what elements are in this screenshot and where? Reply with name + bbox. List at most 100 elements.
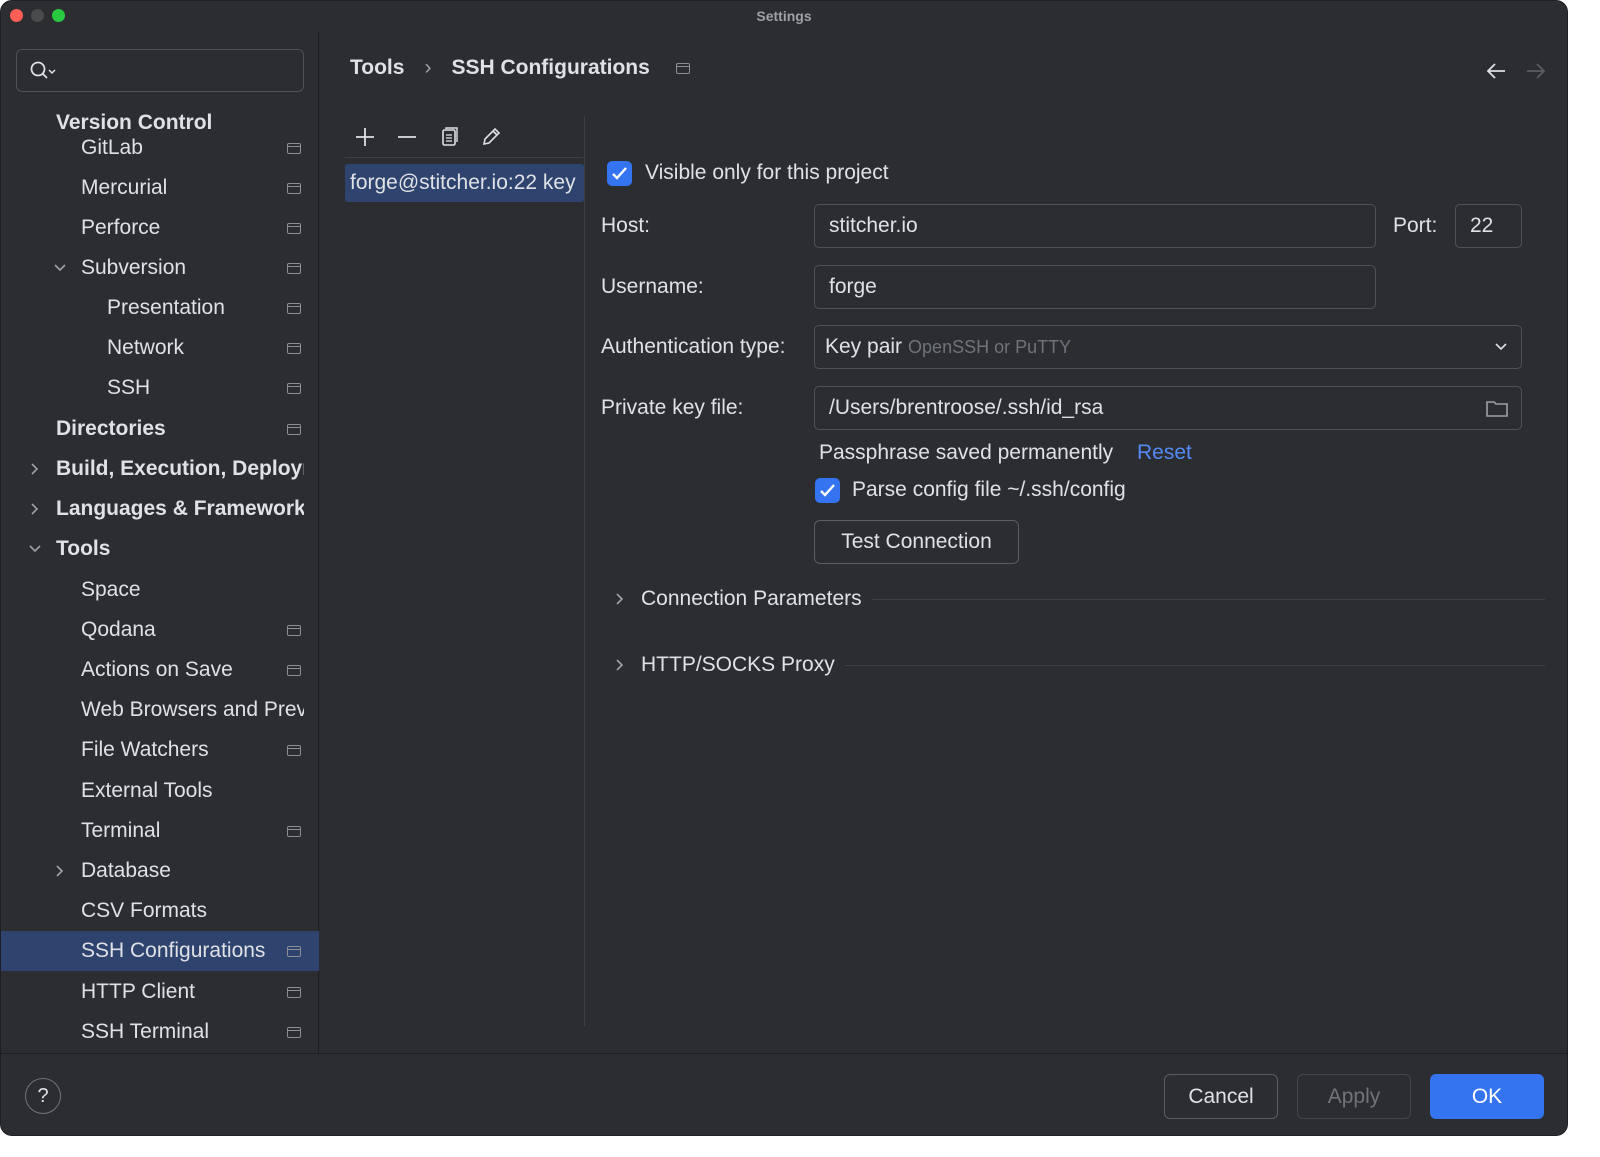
add-icon[interactable] [353,125,377,149]
port-label: Port: [1393,214,1438,237]
private-key-value: /Users/brentroose/.ssh/id_rsa [829,396,1104,419]
cancel-button[interactable]: Cancel [1164,1074,1278,1119]
parse-config-checkbox[interactable] [815,478,840,503]
search-input[interactable] [16,49,304,92]
reset-passphrase-link[interactable]: Reset [1137,441,1192,465]
visible-only-checkbox[interactable] [607,161,632,186]
sidebar-item-mercurial[interactable]: Mercurial [1,168,319,208]
proxy-section[interactable]: HTTP/SOCKS Proxy [613,650,1545,680]
ssh-config-list-panel: forge@stitcher.io:22 key [345,116,585,1026]
sidebar-item-presentation[interactable]: Presentation [1,288,319,328]
breadcrumb-parent[interactable]: Tools [350,56,404,80]
username-input[interactable]: forge [814,265,1376,309]
breadcrumb-current: SSH Configurations [451,56,650,79]
project-level-icon [287,1026,301,1038]
list-toolbar [345,116,583,158]
project-level-icon [287,624,301,636]
ssh-config-list-item[interactable]: forge@stitcher.io:22 key [345,164,584,202]
private-key-label: Private key file: [601,396,744,419]
checkmark-icon [820,484,835,497]
test-connection-button[interactable]: Test Connection [814,520,1019,564]
breadcrumb: Tools › SSH Configurations [350,56,690,80]
chevron-down-icon[interactable] [52,260,68,276]
project-level-icon [287,262,301,274]
project-level-icon [287,825,301,837]
remove-icon[interactable] [395,125,419,149]
sidebar-item-directories[interactable]: Directories [1,409,319,449]
sidebar-item-space[interactable]: Space [1,570,319,610]
forward-arrow-icon[interactable] [1525,61,1547,81]
parse-config-label: Parse config file ~/.ssh/config [852,478,1126,501]
project-level-icon [287,423,301,435]
sidebar-item-actions-on-save[interactable]: Actions on Save [1,650,319,690]
sidebar-item-file-watchers[interactable]: File Watchers [1,730,319,770]
folder-icon[interactable] [1485,398,1509,418]
host-label: Host: [601,214,651,237]
visible-only-label: Visible only for this project [645,161,889,184]
private-key-input[interactable]: /Users/brentroose/.ssh/id_rsa [814,386,1522,430]
edit-pencil-icon[interactable] [479,125,503,149]
project-level-icon [287,664,301,676]
dialog-footer: ? Cancel Apply OK [1,1053,1567,1135]
section-divider [844,664,1545,666]
chevron-right-icon[interactable] [52,863,68,879]
help-button[interactable]: ? [25,1078,61,1114]
ok-button[interactable]: OK [1430,1074,1544,1119]
back-arrow-icon[interactable] [1485,61,1507,81]
sidebar-item-qodana[interactable]: Qodana [1,610,319,650]
chevron-right-icon [616,659,624,671]
sidebar-item-tools[interactable]: Tools [1,529,319,569]
window-title: Settings [756,8,812,24]
sidebar-item-gitlab[interactable]: GitLab [1,128,319,168]
project-level-icon [287,222,301,234]
sidebar-item-ssh[interactable]: SSH [1,368,319,408]
search-icon [30,61,56,79]
settings-window: Settings Version Control GitLab Mercuria… [0,0,1568,1136]
ssh-config-form: Visible only for this project Host: stit… [601,116,1567,1026]
project-level-icon [287,342,301,354]
sidebar-item-build-execution-deployment[interactable]: Build, Execution, Deployment [1,449,319,489]
sidebar-item-ssh-configurations[interactable]: SSH Configurations [1,931,319,971]
chevron-down-icon [1495,343,1507,351]
project-level-icon [287,382,301,394]
connection-parameters-label: Connection Parameters [641,587,862,610]
chevron-down-icon[interactable] [27,541,43,557]
history-navigation [1485,61,1547,81]
proxy-label: HTTP/SOCKS Proxy [641,653,835,676]
project-level-icon [287,986,301,998]
copy-icon[interactable] [437,125,461,149]
auth-type-label: Authentication type: [601,335,786,358]
project-level-icon [675,62,690,74]
auth-type-hint: OpenSSH or PuTTY [908,337,1072,357]
project-level-icon [287,182,301,194]
port-input[interactable]: 22 [1455,204,1522,248]
project-level-icon [287,302,301,314]
apply-button[interactable]: Apply [1297,1074,1411,1119]
sidebar-item-terminal[interactable]: Terminal [1,811,319,851]
settings-content: Tools › SSH Configurations forge@stitche… [320,31,1567,1053]
project-level-icon [287,142,301,154]
sidebar-item-ssh-terminal[interactable]: SSH Terminal [1,1012,319,1052]
host-input[interactable]: stitcher.io [814,204,1376,248]
sidebar-item-http-client[interactable]: HTTP Client [1,972,319,1012]
sidebar-item-csv-formats[interactable]: CSV Formats [1,891,319,931]
chevron-right-icon: › [424,56,432,79]
sidebar-item-network[interactable]: Network [1,328,319,368]
title-bar: Settings [1,1,1567,31]
sidebar-item-database[interactable]: Database [1,851,319,891]
chevron-right-icon[interactable] [27,501,43,517]
sidebar-item-web-browsers[interactable]: Web Browsers and Preview [1,690,319,730]
chevron-right-icon[interactable] [27,461,43,477]
sidebar-item-languages-frameworks[interactable]: Languages & Frameworks [1,489,319,529]
chevron-right-icon [616,593,624,605]
sidebar-item-subversion[interactable]: Subversion [1,248,319,288]
checkmark-icon [612,167,627,180]
sidebar-item-perforce[interactable]: Perforce [1,208,319,248]
project-level-icon [287,744,301,756]
auth-type-value: Key pair [825,335,903,358]
connection-parameters-section[interactable]: Connection Parameters [613,584,1545,614]
settings-sidebar: Version Control GitLab Mercurial Perforc… [1,31,319,1053]
sidebar-item-external-tools[interactable]: External Tools [1,771,319,811]
passphrase-status: Passphrase saved permanently [819,441,1114,464]
auth-type-select[interactable]: Key pair OpenSSH or PuTTY [814,325,1522,369]
